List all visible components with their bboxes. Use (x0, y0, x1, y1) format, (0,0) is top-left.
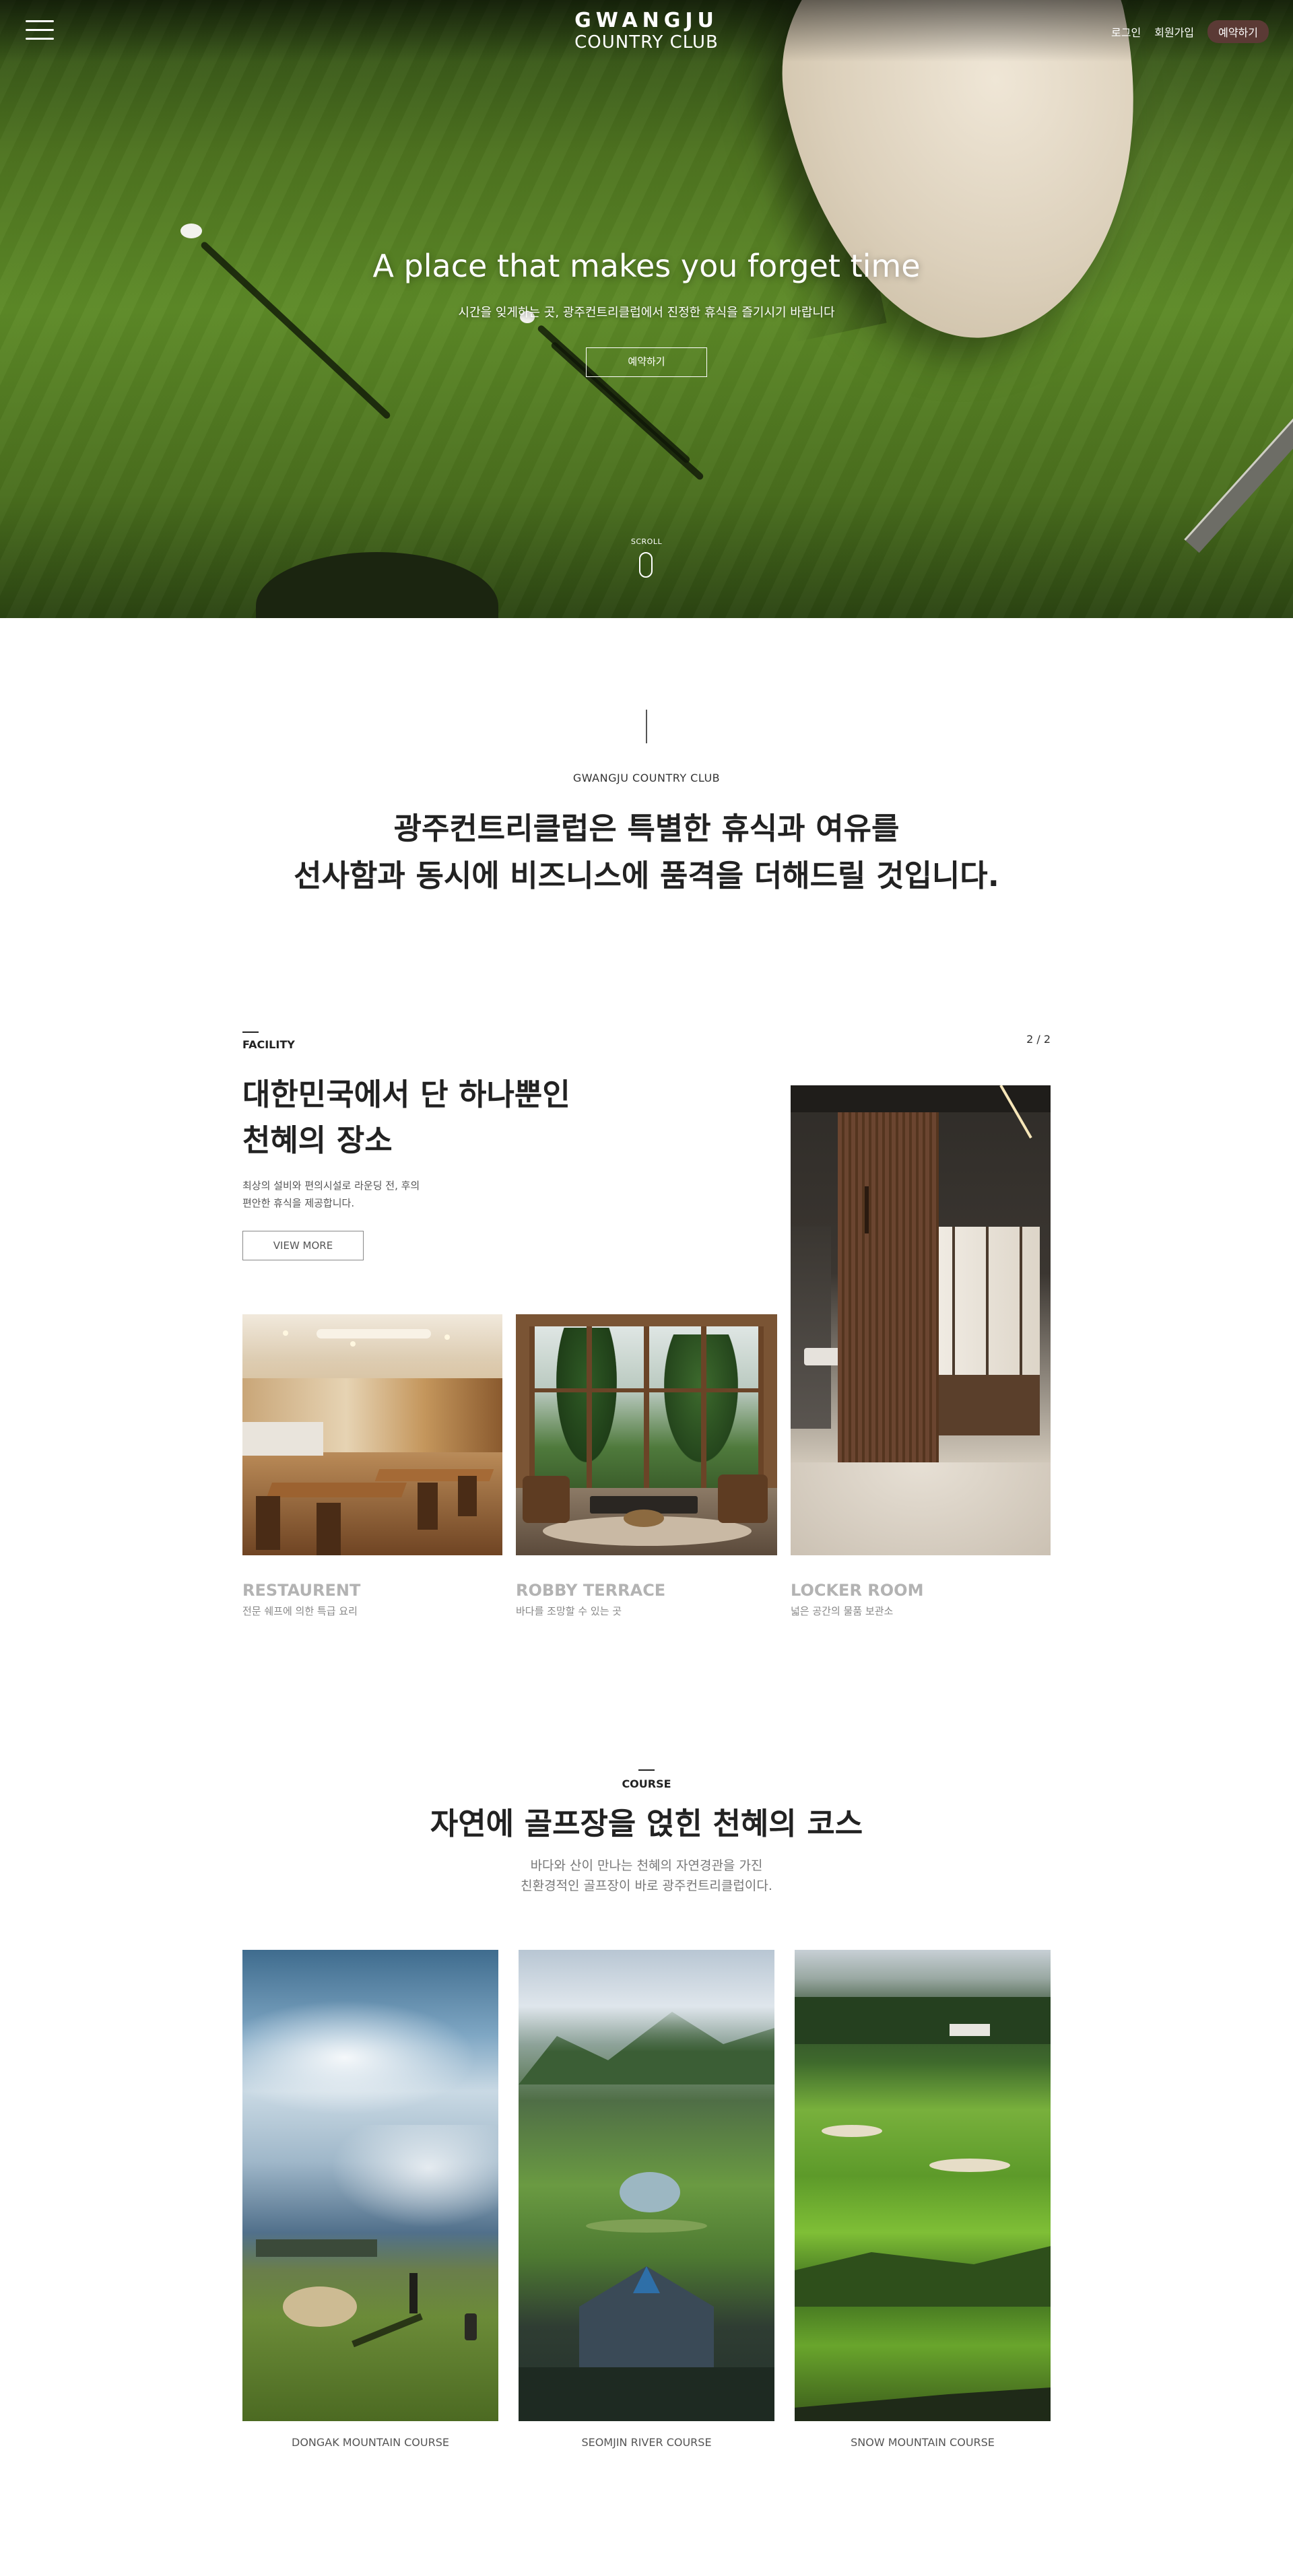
facility-name-locker[interactable]: LOCKER ROOM (791, 1581, 923, 1600)
course-label: COURSE (622, 1777, 671, 1790)
intro-statement: 광주컨트리클럽은 특별한 휴식과 여유를 선사함과 동시에 비즈니스에 품격을 … (0, 805, 1293, 900)
course-title: 자연에 골프장을 얹힌 천혜의 코스 (430, 1806, 863, 1841)
golfer-left (180, 224, 202, 238)
facility-sub-restaurant: 전문 쉐프에 의한 특급 요리 (242, 1605, 358, 1617)
facility-desc-line-1: 최상의 설비와 편의시설로 라운딩 전, 후의 (242, 1180, 420, 1192)
facility-label: FACILITY (242, 1038, 295, 1051)
logo-line-1: GWANGJU (574, 9, 719, 32)
course-desc-line-2: 친환경적인 골프장이 바로 광주컨트리클럽이다. (521, 1878, 772, 1893)
facility-sub-lobby: 바다를 조망할 수 있는 곳 (516, 1605, 622, 1617)
facility-title-line-2: 천혜의 장소 (242, 1122, 393, 1158)
reserve-button[interactable]: 예약하기 (1207, 20, 1269, 43)
hero-subtitle: 시간을 잊게하는 곳, 광주컨트리클럽에서 진정한 휴식을 즐기시기 바랍니다 (458, 306, 835, 320)
top-nav: 로그인 회원가입 예약하기 (1111, 20, 1269, 43)
signup-link[interactable]: 회원가입 (1154, 24, 1194, 40)
intro-line-2: 선사함과 동시에 비즈니스에 품격을 더해드릴 것입니다. (294, 858, 999, 893)
course-card-snow[interactable] (795, 1950, 1051, 2421)
hero-section: GWANGJU COUNTRY CLUB 로그인 회원가입 예약하기 A pla… (0, 0, 1293, 618)
facility-desc-line-2: 편안한 휴식을 제공합니다. (242, 1197, 355, 1209)
intro-tag: GWANGJU COUNTRY CLUB (572, 772, 721, 784)
course-name-dongak[interactable]: DONGAK MOUNTAIN COURSE (242, 2436, 498, 2449)
facility-description: 최상의 설비와 편의시설로 라운딩 전, 후의 편안한 휴식을 제공합니다. (242, 1177, 485, 1212)
hamburger-menu-icon[interactable] (26, 20, 54, 40)
restaurant-photo[interactable] (242, 1314, 502, 1555)
scroll-label: SCROLL (630, 537, 663, 546)
course-card-seomjin[interactable] (519, 1950, 774, 2421)
facility-dash (242, 1031, 259, 1033)
hero-title: A place that makes you forget time (372, 248, 921, 284)
course-card-dongak[interactable] (242, 1950, 498, 2421)
facility-sub-locker: 넓은 공간의 물품 보관소 (791, 1605, 894, 1617)
login-link[interactable]: 로그인 (1111, 24, 1141, 40)
course-name-snow[interactable]: SNOW MOUNTAIN COURSE (795, 2436, 1051, 2449)
facility-title-line-1: 대한민국에서 단 하나뿐인 (242, 1077, 570, 1112)
logo-line-2: COUNTRY CLUB (574, 32, 719, 53)
course-desc-line-1: 바다와 산이 만나는 천혜의 자연경관을 가진 (530, 1858, 763, 1873)
course-dash (638, 1769, 655, 1771)
intro-line-1: 광주컨트리클럽은 특별한 휴식과 여유를 (393, 811, 900, 846)
course-name-seomjin[interactable]: SEOMJIN RIVER COURSE (519, 2436, 774, 2449)
facility-title: 대한민국에서 단 하나뿐인 천혜의 장소 (242, 1072, 620, 1163)
view-more-button[interactable]: VIEW MORE (242, 1231, 364, 1260)
facility-name-restaurant[interactable]: RESTAURENT (242, 1581, 360, 1600)
intro-divider (646, 710, 647, 743)
lobby-terrace-photo[interactable] (516, 1314, 777, 1555)
facility-name-lobby[interactable]: ROBBY TERRACE (516, 1581, 665, 1600)
course-description: 바다와 산이 만나는 천혜의 자연경관을 가진 친환경적인 골프장이 바로 광주… (0, 1856, 1293, 1896)
locker-room-photo[interactable] (791, 1085, 1051, 1555)
hero-reserve-button[interactable]: 예약하기 (586, 347, 707, 377)
site-logo[interactable]: GWANGJU COUNTRY CLUB (512, 9, 781, 53)
scroll-mouse-icon[interactable] (639, 552, 653, 578)
facility-pager[interactable]: 2 / 2 (1010, 1033, 1051, 1046)
